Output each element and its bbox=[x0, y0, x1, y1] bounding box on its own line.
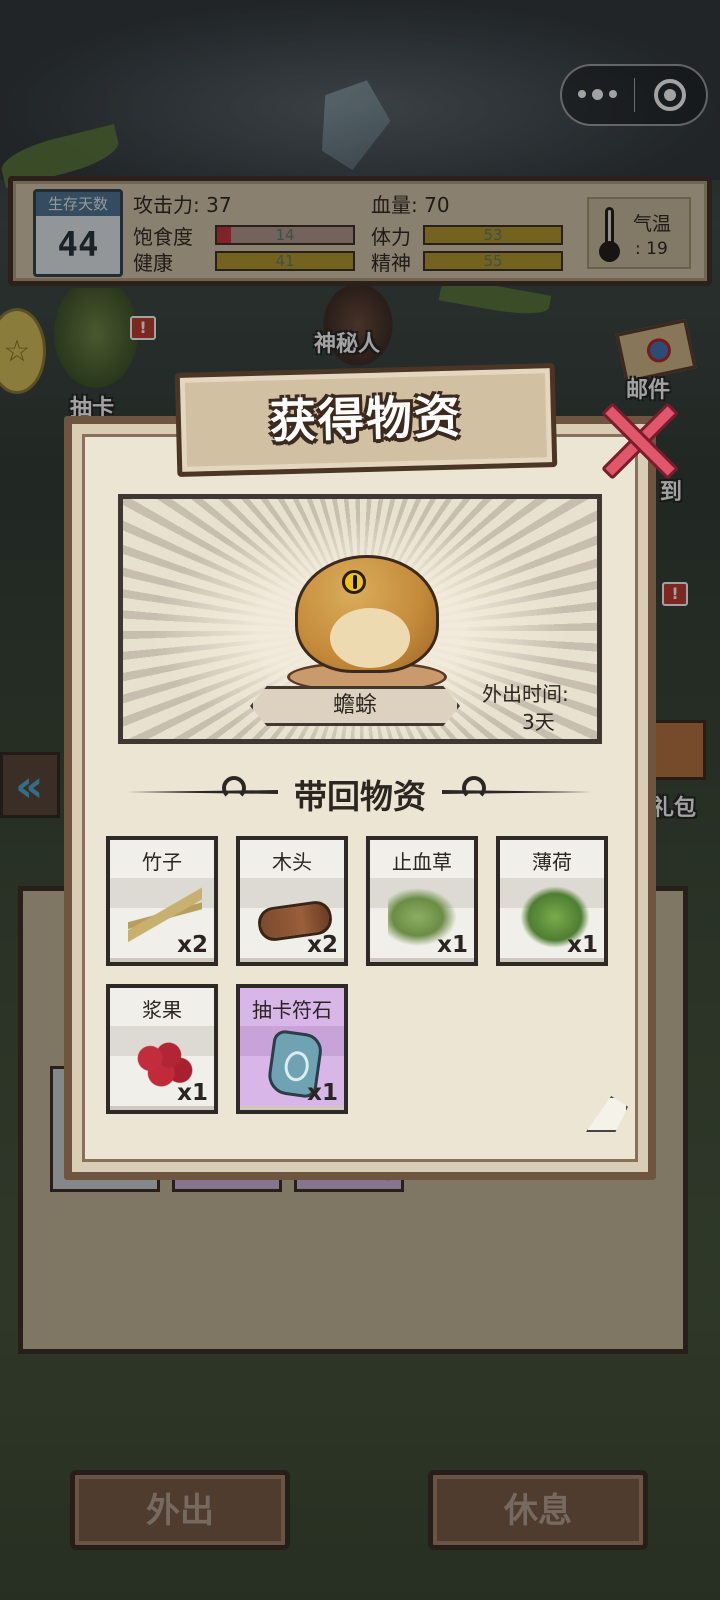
creature-name: 蟾蜍 bbox=[332, 693, 377, 718]
reward-item-card[interactable]: 抽卡符石 x1 bbox=[236, 984, 348, 1114]
reward-item-card[interactable]: 竹子 x2 bbox=[106, 836, 218, 966]
reward-item-card[interactable]: 木头 x2 bbox=[236, 836, 348, 966]
trip-duration-label: 外出时间: bbox=[482, 682, 569, 706]
reward-item-card[interactable]: 浆果 x1 bbox=[106, 984, 218, 1114]
modal-title: 获得物资 bbox=[269, 389, 463, 449]
item-quantity: x2 bbox=[177, 932, 208, 958]
reward-item-card[interactable]: 薄荷 x1 bbox=[496, 836, 608, 966]
close-modal-button[interactable] bbox=[598, 398, 679, 482]
item-name: 浆果 bbox=[142, 998, 182, 1022]
item-name: 竹子 bbox=[142, 850, 182, 874]
item-quantity: x1 bbox=[437, 932, 468, 958]
item-name: 木头 bbox=[272, 850, 312, 874]
item-quantity: x1 bbox=[307, 1080, 338, 1106]
item-quantity: x2 bbox=[307, 932, 338, 958]
item-name: 抽卡符石 bbox=[252, 998, 332, 1022]
item-name: 止血草 bbox=[392, 850, 452, 874]
reward-item-card[interactable]: 止血草 x1 bbox=[366, 836, 478, 966]
item-quantity: x1 bbox=[177, 1080, 208, 1106]
section-title: 带回物资 bbox=[294, 777, 426, 816]
toad-illustration bbox=[281, 545, 451, 695]
ornament-hook-right bbox=[462, 776, 486, 800]
trip-duration-value: 3天 bbox=[522, 710, 555, 734]
item-name: 薄荷 bbox=[532, 850, 572, 874]
modal-title-banner: 获得物资 bbox=[174, 363, 558, 477]
item-quantity: x1 bbox=[567, 932, 598, 958]
creature-name-plate: 蟾蜍 bbox=[250, 686, 460, 726]
